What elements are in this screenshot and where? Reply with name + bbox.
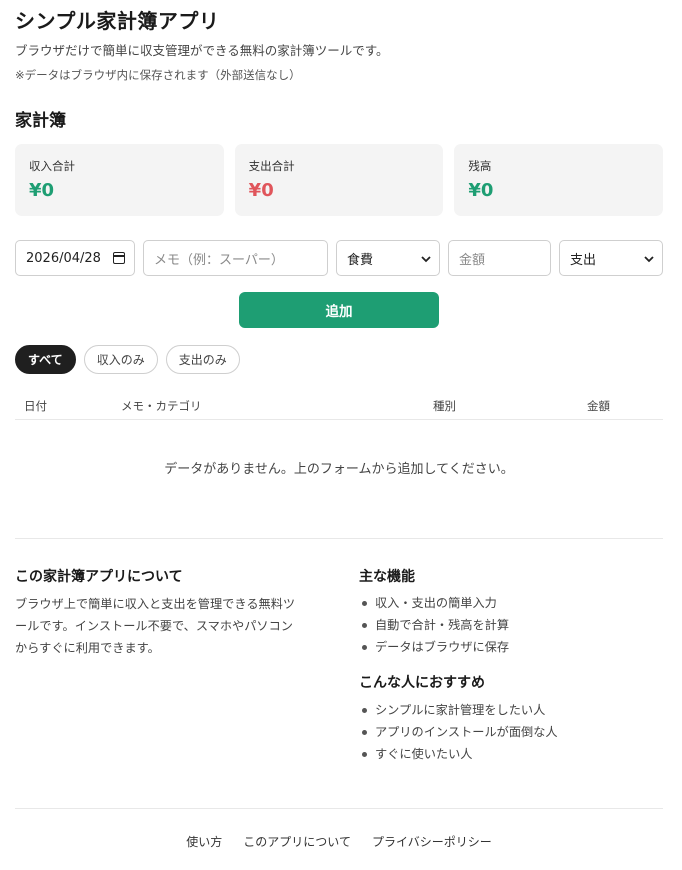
expense-card: 支出合計 ¥0 (234, 144, 444, 216)
divider (15, 538, 663, 539)
date-input[interactable]: 2026/04/28 (15, 240, 135, 276)
amount-input[interactable]: 金額 (448, 240, 551, 276)
list-item: アプリのインストールが面倒な人 (359, 721, 558, 743)
entry-form: 2026/04/28 メモ（例：スーパー） 食費 金額 支出 (15, 240, 663, 276)
date-value: 2026/04/28 (26, 250, 101, 266)
page-description: ブラウザだけで簡単に収支管理ができる無料の家計簿ツールです。 (15, 43, 389, 58)
features-title: 主な機能 (359, 569, 415, 585)
list-item: 収入・支出の簡単入力 (359, 592, 509, 614)
type-selected: 支出 (570, 252, 597, 268)
category-selected: 食費 (347, 252, 374, 268)
header-date: 日付 (24, 399, 47, 413)
memo-placeholder: メモ（例：スーパー） (154, 252, 284, 268)
footer-link-about[interactable]: このアプリについて (243, 833, 351, 850)
income-label: 収入合計 (29, 159, 75, 173)
chevron-down-icon (644, 256, 654, 263)
filter-expense[interactable]: 支出のみ (165, 345, 240, 374)
empty-message: データがありません。上のフォームから追加してください。 (164, 462, 514, 477)
about-line: ブラウザ上で簡単に収入と支出を管理できる無料ツ (15, 597, 296, 611)
income-card: 収入合計 ¥0 (15, 144, 224, 216)
footer-link-privacy[interactable]: プライバシーポリシー (372, 833, 492, 850)
expense-value: ¥0 (248, 180, 274, 201)
add-button[interactable]: 追加 (239, 292, 439, 328)
recommend-title: こんな人におすすめ (359, 675, 485, 691)
type-select[interactable]: 支出 (559, 240, 663, 276)
page-title: シンプル家計簿アプリ (15, 9, 220, 33)
calendar-icon[interactable] (113, 252, 125, 264)
expense-label: 支出合計 (248, 159, 295, 173)
about-title: この家計簿アプリについて (15, 569, 183, 585)
income-value: ¥0 (29, 180, 55, 201)
summary-cards: 収入合計 ¥0 支出合計 ¥0 残高 ¥0 (15, 144, 664, 216)
header-type: 種別 (433, 399, 456, 413)
list-item: データはブラウザに保存 (359, 636, 509, 658)
table-header: 日付 メモ・カテゴリ 種別 金額 (15, 398, 663, 420)
features-list: 収入・支出の簡単入力 自動で合計・残高を計算 データはブラウザに保存 (359, 592, 509, 658)
about-line: ールです。インストール不要で、スマホやパソコン (15, 619, 293, 633)
balance-value: ¥0 (468, 180, 494, 201)
header-amount: 金額 (587, 399, 610, 413)
divider (15, 808, 663, 809)
list-item: 自動で合計・残高を計算 (359, 614, 509, 636)
storage-note: ※データはブラウザ内に保存されます（外部送信なし） (15, 68, 301, 82)
category-select[interactable]: 食費 (336, 240, 440, 276)
about-line: からすぐに利用できます。 (15, 641, 160, 655)
amount-placeholder: 金額 (459, 252, 486, 268)
filter-income[interactable]: 収入のみ (83, 345, 158, 374)
list-item: シンプルに家計管理をしたい人 (359, 699, 558, 721)
footer-links: 使い方 このアプリについて プライバシーポリシー (15, 833, 663, 850)
about-text: ブラウザ上で簡単に収入と支出を管理できる無料ツ ールです。インストール不要で、ス… (15, 593, 325, 659)
list-item: すぐに使いたい人 (359, 743, 558, 765)
section-title: 家計簿 (15, 111, 66, 131)
filter-tabs: すべて 収入のみ 支出のみ (15, 345, 240, 374)
balance-card: 残高 ¥0 (454, 144, 664, 216)
memo-input[interactable]: メモ（例：スーパー） (143, 240, 328, 276)
filter-all[interactable]: すべて (15, 345, 76, 374)
chevron-down-icon (421, 256, 431, 263)
balance-label: 残高 (468, 159, 492, 173)
header-memo: メモ・カテゴリ (121, 399, 202, 413)
footer-link-howto[interactable]: 使い方 (186, 833, 222, 850)
recommend-list: シンプルに家計管理をしたい人 アプリのインストールが面倒な人 すぐに使いたい人 (359, 699, 558, 765)
